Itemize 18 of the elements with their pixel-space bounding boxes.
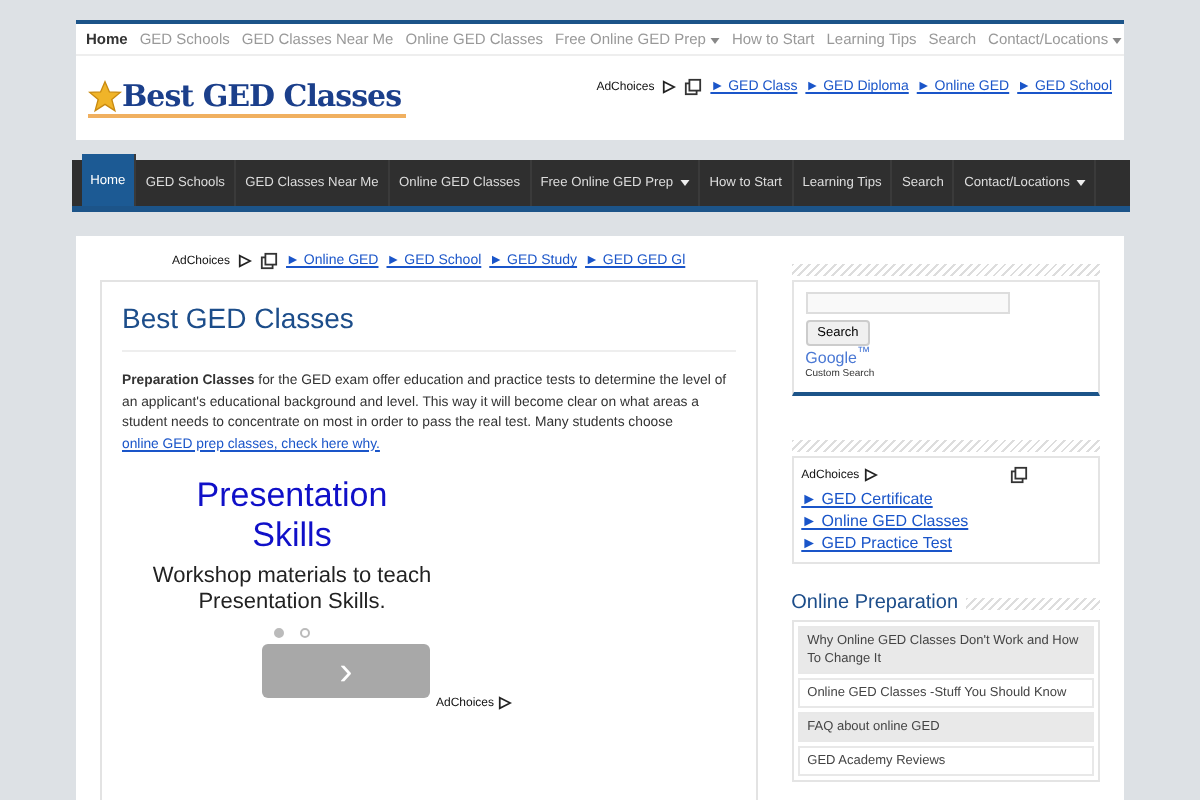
site-logo[interactable]: Best GED Classes (88, 78, 406, 118)
carousel-dot[interactable] (274, 628, 284, 638)
adchoices-icon[interactable] (863, 468, 878, 482)
article-title: Best GED Classes (122, 302, 736, 352)
ad-link[interactable]: ► Online GED Classes (801, 510, 1090, 532)
section-title: Online Preparation (791, 592, 959, 614)
adchoices-icon[interactable] (238, 254, 253, 268)
carousel-dot[interactable] (300, 628, 310, 638)
ad-link[interactable]: ► GED Certificate (801, 488, 1090, 510)
ad-title[interactable]: Presentation Skills (182, 476, 402, 556)
logo-text: Best GED Classes (122, 78, 402, 114)
search-field[interactable] (805, 292, 1010, 314)
adchoices-icon[interactable] (662, 80, 677, 94)
google-logo: Google$^{™}$ (805, 346, 873, 368)
ad-link[interactable]: ► GED Practice Test (801, 532, 1090, 554)
adchoices-icon[interactable] (498, 696, 513, 710)
star-icon (88, 79, 122, 113)
ad-text: Workshop materials to teach Presentation Skills. (152, 564, 432, 616)
